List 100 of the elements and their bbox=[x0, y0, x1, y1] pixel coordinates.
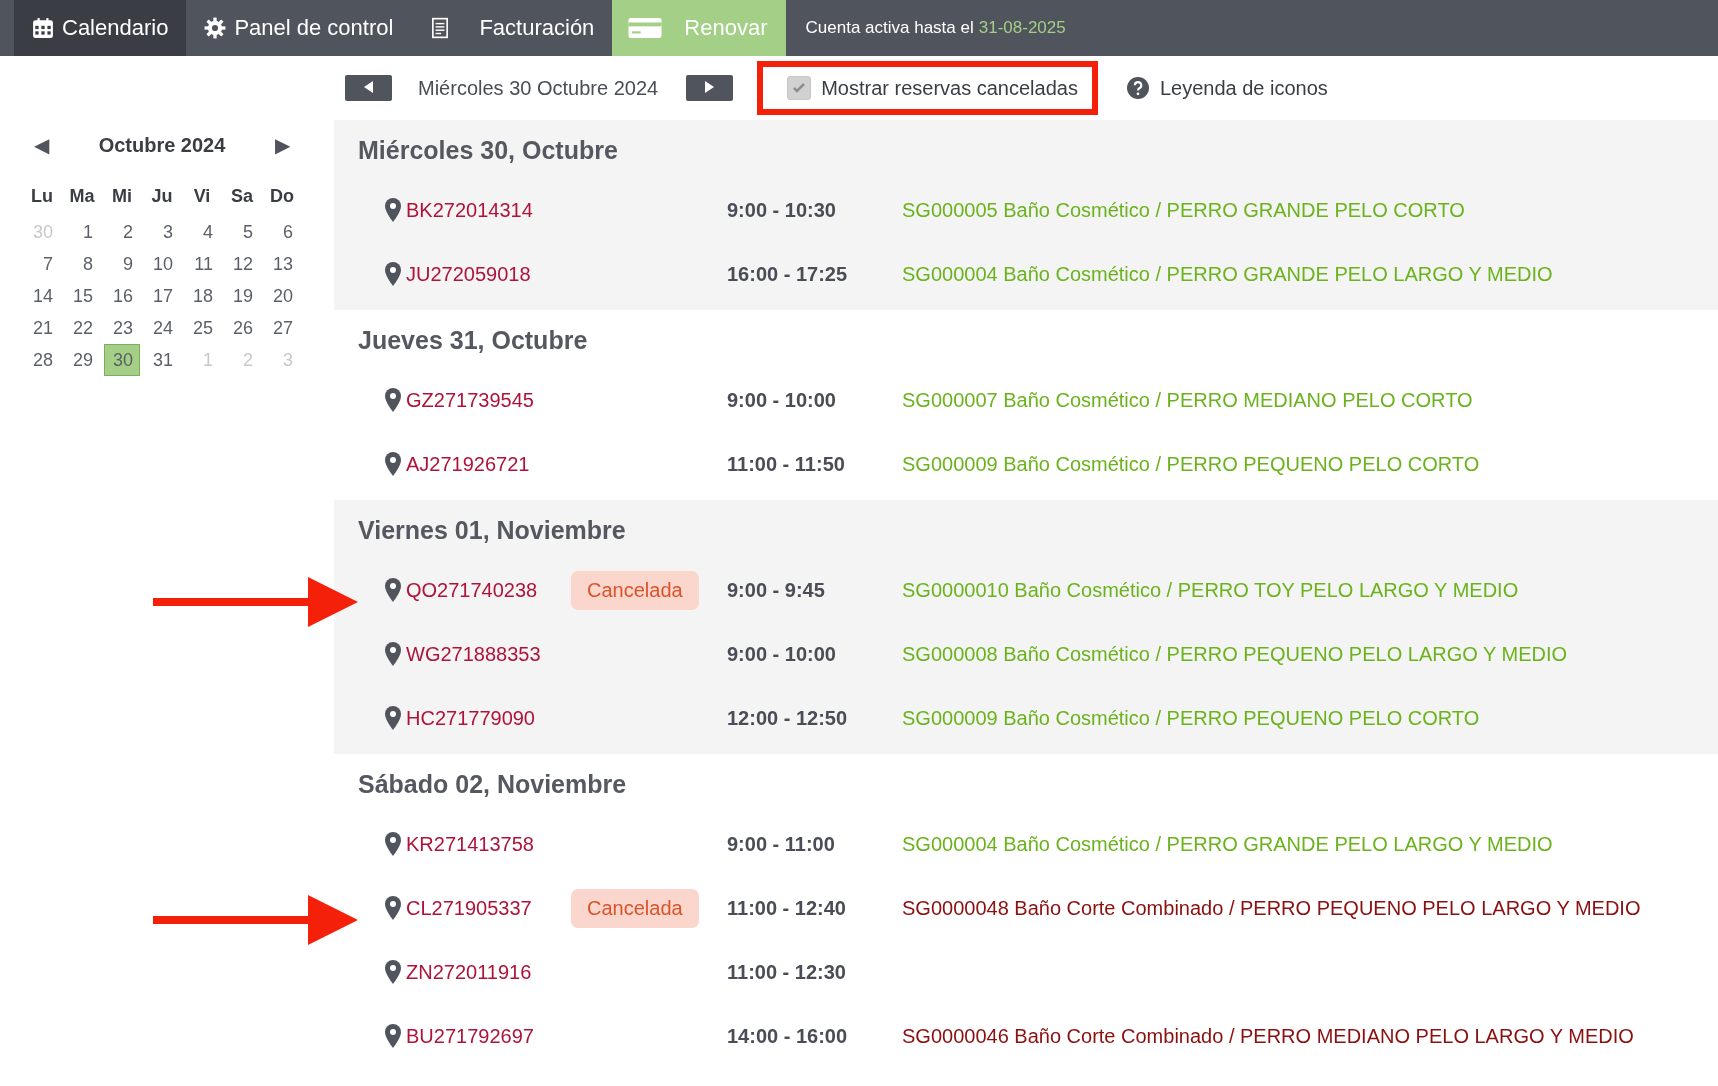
service-name: SG000007 Baño Cosmético / PERRO MEDIANO PELO CORTO bbox=[902, 388, 1474, 412]
previous-month-button[interactable]: ◀ bbox=[34, 133, 49, 157]
booking-code[interactable]: HC271779090 bbox=[406, 706, 571, 730]
calendar-day[interactable]: 3 bbox=[144, 216, 180, 248]
map-pin-icon bbox=[384, 262, 402, 286]
booking-time: 9:00 - 10:00 bbox=[727, 388, 837, 412]
right-triangle-icon bbox=[705, 80, 715, 93]
settings-icon bbox=[204, 17, 227, 39]
calendar-day[interactable]: 29 bbox=[64, 344, 100, 376]
calendar-day[interactable]: 5 bbox=[224, 216, 260, 248]
account-status-text: Cuenta activa hasta el bbox=[805, 18, 974, 38]
weekday-label: Mi bbox=[111, 185, 133, 208]
calendar-day[interactable]: 10 bbox=[144, 248, 180, 280]
weekday-label: Lu bbox=[30, 185, 54, 208]
next-month-button[interactable]: ▶ bbox=[275, 133, 290, 157]
map-pin-icon bbox=[384, 452, 402, 476]
calendar-day[interactable]: 28 bbox=[24, 344, 60, 376]
calendar-day[interactable]: 30 bbox=[104, 344, 140, 376]
weekday-label: Vi bbox=[192, 185, 212, 208]
day-heading: Viernes 01, Noviembre bbox=[357, 515, 627, 546]
booking-time: 9:00 - 11:00 bbox=[727, 832, 836, 856]
booking-code[interactable]: AJ271926721 bbox=[406, 452, 571, 476]
booking-code[interactable]: BU271792697 bbox=[406, 1024, 571, 1048]
calendar-day[interactable]: 8 bbox=[64, 248, 100, 280]
service-name: SG0000046 Baño Corte Combinado / PERRO MEDIANO PELO LARGO Y MEDIO bbox=[902, 1024, 1635, 1048]
weekday-label: Ma bbox=[68, 185, 96, 208]
calendar-day[interactable]: 15 bbox=[64, 280, 100, 312]
map-pin-icon bbox=[384, 578, 402, 602]
booking-time: 14:00 - 16:00 bbox=[727, 1024, 849, 1048]
map-pin-icon bbox=[384, 896, 402, 920]
booking-code[interactable]: JU272059018 bbox=[406, 262, 571, 286]
calendar-day[interactable]: 9 bbox=[104, 248, 140, 280]
account-expiry-date: 31-08-2025 bbox=[978, 18, 1066, 38]
booking-code[interactable]: QO271740238 bbox=[406, 578, 571, 602]
calendar-day[interactable]: 18 bbox=[184, 280, 220, 312]
booking-code[interactable]: CL271905337 bbox=[406, 896, 571, 920]
calendar-day[interactable]: 21 bbox=[24, 312, 60, 344]
status-badge: Cancelada bbox=[571, 888, 699, 928]
weekday-label: Sa bbox=[230, 185, 254, 208]
service-name: SG0000048 Baño Corte Combinado / PERRO PEQUENO PELO LARGO Y MEDIO bbox=[902, 896, 1642, 920]
calendar-day[interactable]: 6 bbox=[264, 216, 300, 248]
service-name: SG000005 Baño Cosmético / PERRO GRANDE PELO CORTO bbox=[902, 198, 1466, 222]
booking-time: 16:00 - 17:25 bbox=[727, 262, 849, 286]
calendar-day[interactable]: 2 bbox=[104, 216, 140, 248]
calendar-day[interactable]: 24 bbox=[144, 312, 180, 344]
map-pin-icon bbox=[384, 960, 402, 984]
calendar-day[interactable]: 23 bbox=[104, 312, 140, 344]
weekday-label: Do bbox=[269, 185, 295, 208]
map-pin-icon bbox=[384, 388, 402, 412]
month-title: Octubre 2024 bbox=[98, 133, 226, 157]
service-name: SG000008 Baño Cosmético / PERRO PEQUENO PELO LARGO Y MEDIO bbox=[902, 642, 1569, 666]
calendar-day[interactable]: 17 bbox=[144, 280, 180, 312]
previous-day-button[interactable] bbox=[345, 75, 392, 101]
calendar-day[interactable]: 19 bbox=[224, 280, 260, 312]
credit-card-icon bbox=[628, 17, 663, 39]
service-name: SG0000010 Baño Cosmético / PERRO TOY PELO LARGO Y MEDIO bbox=[902, 578, 1520, 602]
calendar-day[interactable]: 7 bbox=[24, 248, 60, 280]
map-pin-icon bbox=[384, 1024, 402, 1048]
icon-legend-link[interactable]: Leyenda de iconos bbox=[1119, 75, 1334, 101]
nav-tab[interactable]: Panel de control bbox=[186, 0, 412, 56]
status-badge: Cancelada bbox=[571, 570, 699, 610]
next-day-button[interactable] bbox=[686, 75, 734, 101]
weekday-label: Ju bbox=[150, 185, 174, 208]
nav-tab[interactable]: Facturación bbox=[411, 0, 613, 56]
left-triangle-icon bbox=[364, 80, 373, 93]
calendar-day[interactable]: 11 bbox=[184, 248, 220, 280]
calendar-day[interactable]: 22 bbox=[64, 312, 100, 344]
calendar-day[interactable]: 16 bbox=[104, 280, 140, 312]
booking-code[interactable]: ZN272011916 bbox=[406, 960, 571, 984]
service-name: SG000009 Baño Cosmético / PERRO PEQUENO PELO CORTO bbox=[902, 452, 1481, 476]
booking-time: 11:00 - 12:40 bbox=[727, 896, 847, 920]
calendar-day[interactable]: 20 bbox=[264, 280, 300, 312]
calendar-day[interactable]: 27 bbox=[264, 312, 300, 344]
booking-code[interactable]: WG271888353 bbox=[406, 642, 571, 666]
day-heading: Miércoles 30, Octubre bbox=[357, 135, 619, 166]
calendar-day[interactable]: 13 bbox=[264, 248, 300, 280]
booking-code[interactable]: KR271413758 bbox=[406, 832, 571, 856]
calendar-day[interactable]: 4 bbox=[184, 216, 220, 248]
calendar-day[interactable]: 1 bbox=[64, 216, 100, 248]
calendar-day[interactable]: 26 bbox=[224, 312, 260, 344]
booking-code[interactable]: BK272014314 bbox=[406, 198, 571, 222]
map-pin-icon bbox=[384, 198, 402, 222]
map-pin-icon bbox=[384, 642, 402, 666]
day-heading: Sábado 02, Noviembre bbox=[357, 769, 628, 800]
booking-time: 9:00 - 10:30 bbox=[727, 198, 837, 222]
booking-code[interactable]: GZ271739545 bbox=[406, 388, 571, 412]
booking-time: 11:00 - 11:50 bbox=[727, 452, 846, 476]
booking-time: 12:00 - 12:50 bbox=[727, 706, 849, 730]
calendar-day[interactable]: 31 bbox=[144, 344, 180, 376]
map-pin-icon bbox=[384, 706, 402, 730]
booking-time: 9:00 - 10:00 bbox=[727, 642, 837, 666]
checkbox-label: Mostrar reservas canceladas bbox=[821, 76, 1078, 100]
booking-time: 9:00 - 9:45 bbox=[727, 578, 826, 602]
calendar-day[interactable]: 14 bbox=[24, 280, 60, 312]
current-date: Miércoles 30 Octubre 2024 bbox=[418, 76, 659, 100]
nav-tab[interactable]: Calendario bbox=[14, 0, 187, 56]
calendar-day[interactable]: 12 bbox=[224, 248, 260, 280]
calendar-icon bbox=[32, 17, 54, 39]
calendar-day[interactable]: 25 bbox=[184, 312, 220, 344]
day-heading: Jueves 31, Octubre bbox=[357, 325, 589, 356]
